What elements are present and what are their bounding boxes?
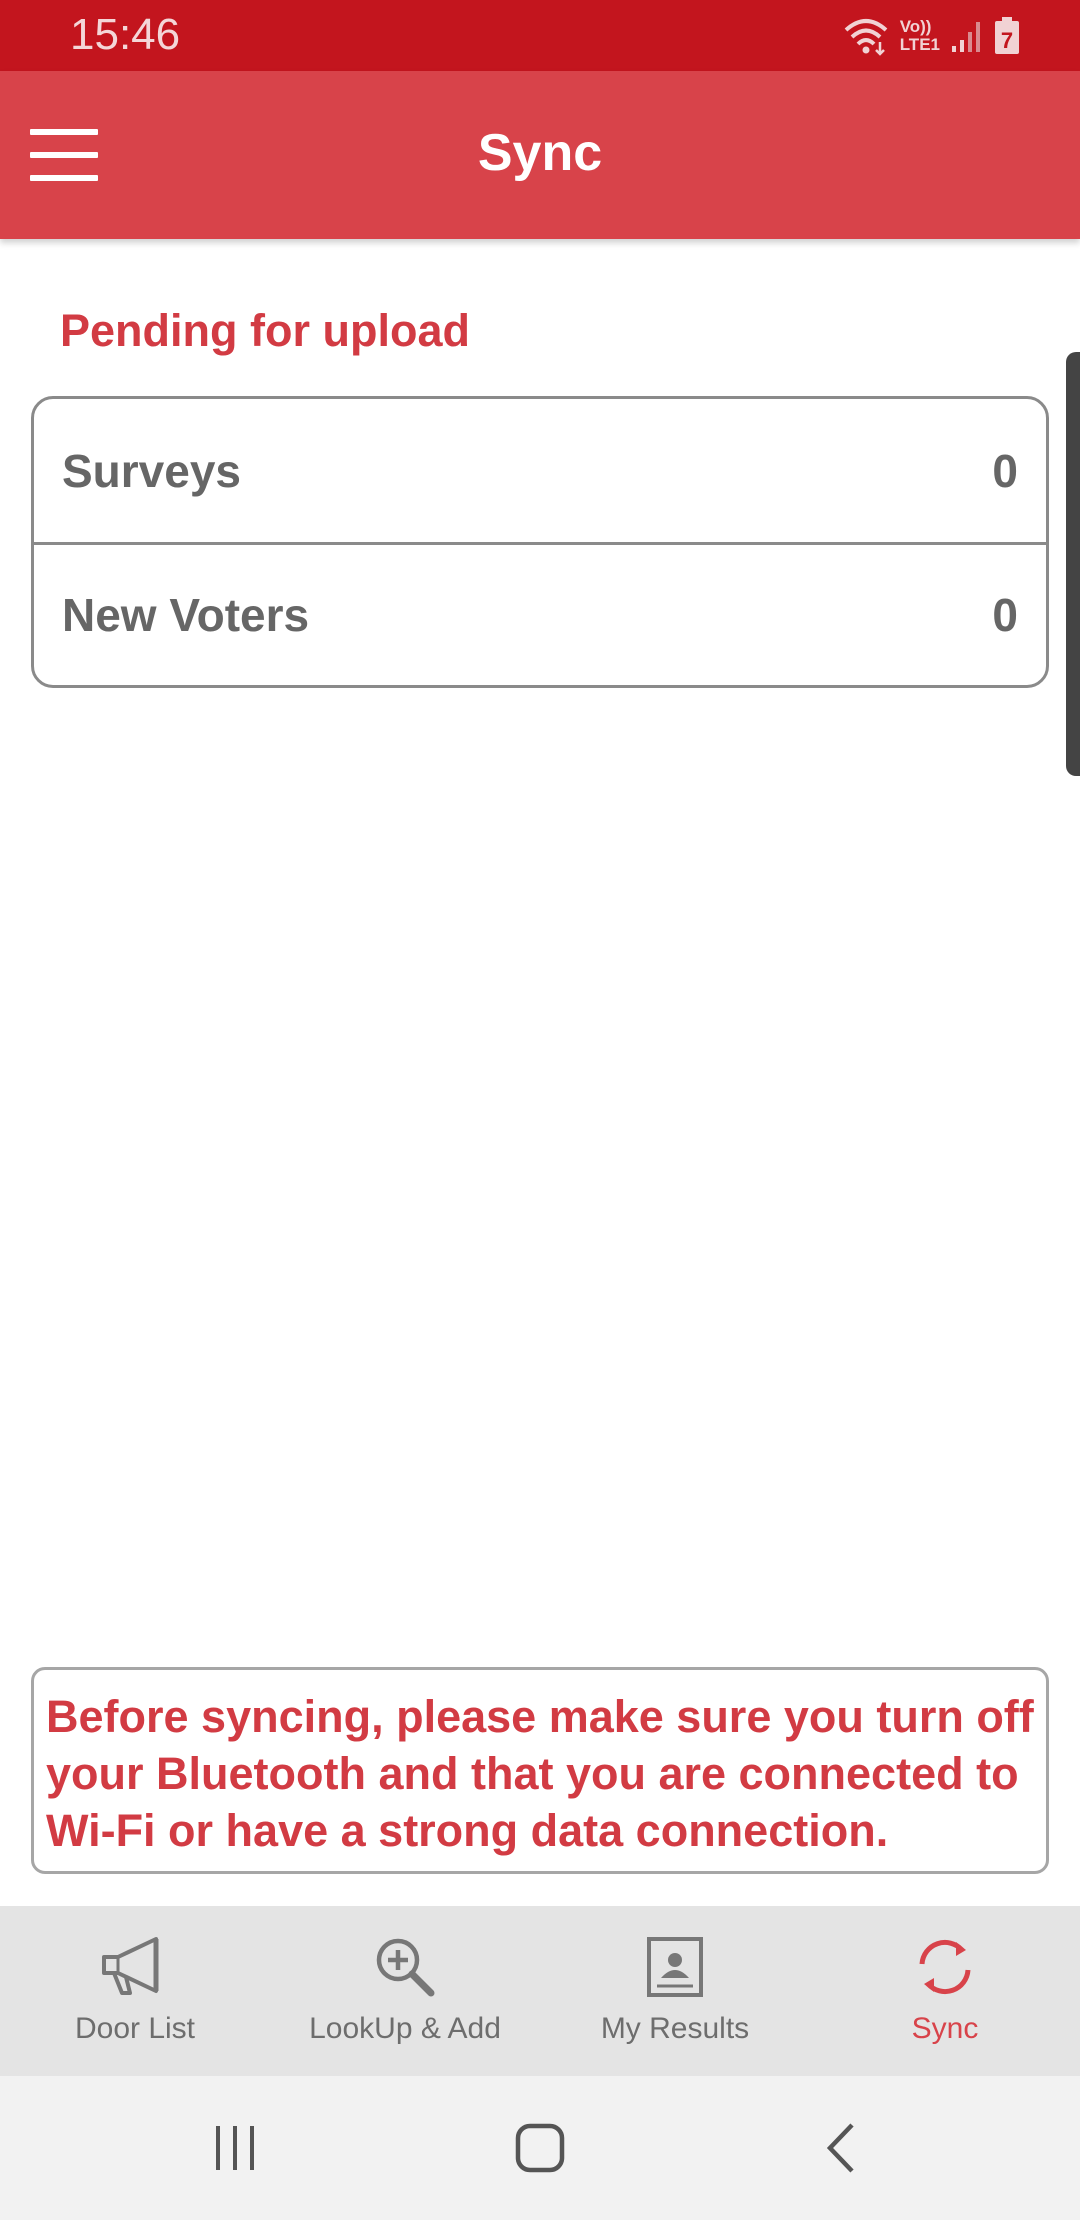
back-icon	[826, 2123, 854, 2173]
system-nav-bar	[0, 2076, 1080, 2220]
pending-row-label: Surveys	[62, 444, 242, 497]
scroll-indicator[interactable]	[1066, 352, 1080, 776]
battery-level: 7	[1001, 28, 1013, 53]
nav-label: Door List	[74, 2012, 196, 2045]
home-icon	[515, 2123, 565, 2173]
pending-row-surveys: Surveys 0	[34, 399, 1046, 542]
nav-label: LookUp & Add	[309, 2012, 501, 2045]
sync-notice: Before syncing, please make sure you tur…	[31, 1667, 1049, 1874]
contact-card-icon	[646, 1934, 704, 2000]
lte-label: LTE1	[899, 35, 940, 54]
pending-row-count: 0	[992, 589, 1018, 641]
status-time: 15:46	[70, 10, 181, 59]
bottom-nav: Door List LookUp & Add My Results Sync	[0, 1906, 1080, 2076]
nav-label: Sync	[911, 2012, 979, 2045]
signal-icon	[950, 18, 984, 54]
home-button[interactable]	[440, 2076, 640, 2220]
nav-lookup-add[interactable]: LookUp & Add	[270, 1906, 540, 2076]
battery-icon: 7	[994, 17, 1020, 55]
pending-row-label: New Voters	[62, 589, 310, 641]
page-title: Sync	[477, 124, 603, 182]
recent-apps-icon	[216, 2126, 254, 2170]
back-button[interactable]	[740, 2076, 940, 2220]
status-bar: 15:46 Vo)) LTE1 7	[0, 0, 1080, 71]
pending-heading: Pending for upload	[60, 305, 470, 356]
pending-card: Surveys 0 New Voters 0	[31, 396, 1049, 688]
nav-sync[interactable]: Sync	[810, 1906, 1080, 2076]
network-type: Vo)) LTE1	[900, 18, 940, 54]
wifi-icon	[842, 16, 890, 56]
app-bar: Sync	[0, 71, 1080, 239]
volte-label: Vo))	[899, 17, 932, 36]
nav-label: My Results	[600, 2012, 750, 2045]
pending-row-count: 0	[992, 444, 1018, 497]
nav-door-list[interactable]: Door List	[0, 1906, 270, 2076]
megaphone-icon	[98, 1934, 172, 2000]
pending-row-new-voters: New Voters 0	[34, 542, 1046, 685]
nav-my-results[interactable]: My Results	[540, 1906, 810, 2076]
recent-apps-button[interactable]	[135, 2076, 335, 2220]
zoom-in-icon	[373, 1934, 437, 2000]
sync-notice-text: Before syncing, please make sure you tur…	[46, 1691, 1034, 1856]
status-icons: Vo)) LTE1 7	[842, 14, 1020, 58]
sync-icon	[912, 1934, 978, 2000]
